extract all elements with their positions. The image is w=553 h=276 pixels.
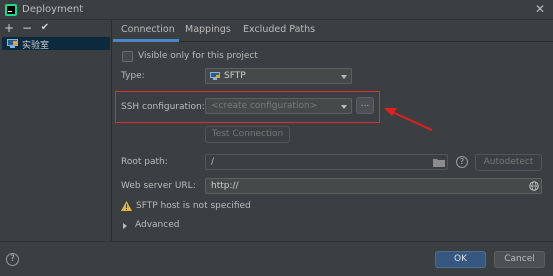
ok-button[interactable]: OK <box>435 251 486 268</box>
ssh-config-label: SSH configuration: <box>121 102 205 112</box>
window-title: Deployment <box>22 4 84 15</box>
help-icon[interactable]: ? <box>6 253 19 266</box>
server-name: 实验室 <box>22 41 50 51</box>
tab-connection[interactable]: Connection <box>121 24 175 35</box>
tab-mappings[interactable]: Mappings <box>185 24 231 35</box>
root-path-value: / <box>211 157 215 167</box>
footer-divider <box>0 241 553 242</box>
check-icon[interactable]: ✔ <box>39 22 51 34</box>
server-icon <box>7 39 18 48</box>
type-select[interactable]: SFTP <box>205 68 352 84</box>
server-list-item[interactable]: 实验室 <box>2 37 110 51</box>
ssh-browse-button[interactable]: ... <box>356 97 374 114</box>
warning-message: SFTP host is not specified <box>136 201 251 211</box>
visible-only-checkbox[interactable] <box>122 51 133 62</box>
root-path-help-icon[interactable]: ? <box>456 156 468 168</box>
autodetect-button[interactable]: Autodetect <box>475 154 542 171</box>
app-icon <box>5 4 17 16</box>
active-tab-indicator <box>113 39 179 42</box>
web-server-url-value: http:// <box>211 181 239 191</box>
chevron-right-icon[interactable] <box>123 223 127 229</box>
type-label: Type: <box>121 71 145 81</box>
test-connection-button[interactable]: Test Connection <box>205 126 290 143</box>
cancel-button[interactable]: Cancel <box>494 251 545 268</box>
sftp-icon <box>210 72 220 80</box>
chevron-down-icon <box>341 75 347 79</box>
advanced-toggle[interactable]: Advanced <box>135 220 179 230</box>
arrow-annotation-icon <box>384 108 433 131</box>
ssh-config-select[interactable]: <create configuration> <box>205 98 352 114</box>
ssh-config-placeholder: <create configuration> <box>211 101 318 111</box>
root-path-field[interactable]: / <box>205 154 448 170</box>
web-server-url-field[interactable]: http:// <box>205 178 542 194</box>
chevron-down-icon <box>341 105 347 109</box>
remove-icon[interactable]: − <box>21 22 33 34</box>
folder-icon[interactable] <box>433 158 445 167</box>
add-icon[interactable]: + <box>3 22 15 34</box>
globe-icon[interactable] <box>529 181 539 191</box>
root-path-label: Root path: <box>121 157 168 167</box>
tab-excluded-paths[interactable]: Excluded Paths <box>243 24 315 35</box>
close-icon[interactable]: ✕ <box>533 2 547 16</box>
warning-icon <box>121 201 132 211</box>
visible-only-label: Visible only for this project <box>138 51 258 61</box>
type-value: SFTP <box>224 71 246 81</box>
tabs-divider <box>113 41 553 42</box>
web-server-url-label: Web server URL: <box>121 181 196 191</box>
server-list-panel: + − ✔ 实验室 <box>0 20 112 241</box>
